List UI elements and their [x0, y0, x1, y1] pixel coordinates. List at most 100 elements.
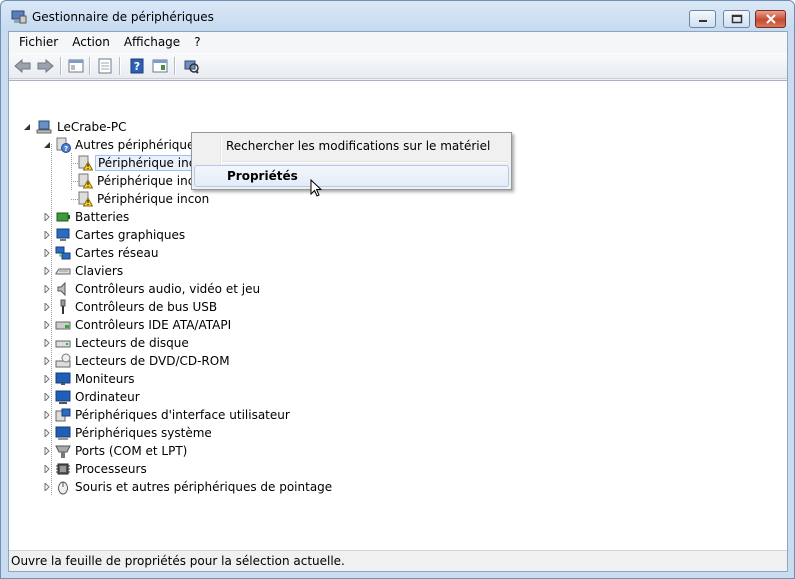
toolbar: ? [9, 53, 787, 79]
tree-node-label: Contrôleurs IDE ATA/ATAPI [75, 318, 232, 332]
context-menu-properties[interactable]: Propriétés [194, 165, 509, 187]
context-menu: Rechercher les modifications sur le maté… [191, 132, 512, 190]
tree-node-batteries[interactable]: Batteries [9, 208, 409, 226]
tree-node-usb-controllers[interactable]: Contrôleurs de bus USB [9, 298, 409, 316]
hid-icon [55, 408, 71, 422]
scan-hardware-button[interactable] [181, 56, 201, 76]
tree-node-keyboards[interactable]: Claviers [9, 262, 409, 280]
tree-node-computer[interactable]: Ordinateur [9, 388, 409, 406]
collapse-arrow-icon[interactable] [23, 123, 31, 131]
expand-arrow-icon[interactable] [43, 285, 51, 293]
port-icon [55, 445, 71, 458]
toolbar-separator [174, 57, 175, 75]
tree-node-label: Contrôleurs de bus USB [75, 300, 218, 314]
tree-node-dvd-cd-rom[interactable]: Lecteurs de DVD/CD-ROM [9, 352, 409, 370]
expand-arrow-icon[interactable] [43, 267, 51, 275]
expand-arrow-icon[interactable] [43, 213, 51, 221]
tree-node-ports[interactable]: Ports (COM et LPT) [9, 442, 409, 460]
keyboard-icon [55, 268, 71, 275]
status-bar: Ouvre la feuille de propriétés pour la s… [9, 550, 787, 571]
expand-arrow-icon[interactable] [43, 429, 51, 437]
context-menu-separator [222, 161, 507, 162]
tree-node-label: Processeurs [75, 462, 147, 476]
view-button[interactable] [150, 56, 170, 76]
close-button[interactable] [755, 10, 786, 28]
unknown-device-icon: ? [56, 137, 71, 153]
forward-button[interactable] [35, 56, 55, 76]
device-manager-window: Gestionnaire de périphériques Fichier Ac… [0, 0, 795, 579]
back-icon [14, 59, 31, 73]
tree-root-label: LeCrabe-PC [57, 120, 127, 134]
disk-drive-icon [55, 340, 71, 348]
system-devices-icon [55, 426, 71, 440]
tree-node-label: Cartes réseau [75, 246, 159, 260]
expand-arrow-icon[interactable] [43, 483, 51, 491]
scan-hardware-icon [184, 60, 199, 74]
properties-icon [98, 58, 112, 74]
tree-node-label: Claviers [75, 264, 124, 278]
tree-node-hid[interactable]: Périphériques d'interface utilisateur [9, 406, 409, 424]
expand-arrow-icon[interactable] [43, 411, 51, 419]
ide-controller-icon [55, 321, 71, 330]
expand-arrow-icon[interactable] [43, 303, 51, 311]
expand-arrow-icon[interactable] [43, 339, 51, 347]
back-button[interactable] [13, 56, 33, 76]
help-button[interactable]: ? [127, 56, 147, 76]
mouse-icon [58, 481, 68, 495]
menu-bar: Fichier Action Affichage ? [9, 32, 787, 53]
expand-arrow-icon[interactable] [43, 231, 51, 239]
tree-node-sound-video-game[interactable]: Contrôleurs audio, vidéo et jeu [9, 280, 409, 298]
close-icon [765, 14, 776, 24]
tree-node-processors[interactable]: Processeurs [9, 460, 409, 478]
expand-arrow-icon[interactable] [43, 393, 51, 401]
tree-node-label: Contrôleurs audio, vidéo et jeu [75, 282, 261, 296]
optical-drive-icon [55, 353, 71, 368]
collapse-arrow-icon[interactable] [43, 141, 51, 149]
maximize-button[interactable] [723, 10, 750, 28]
toolbar-separator [119, 57, 120, 75]
tree-node-unknown-device[interactable]: Périphérique incon [9, 190, 309, 208]
expand-arrow-icon[interactable] [43, 447, 51, 455]
tree-node-display-adapters[interactable]: Cartes graphiques [9, 226, 409, 244]
expand-arrow-icon[interactable] [43, 321, 51, 329]
context-menu-scan-hardware[interactable]: Rechercher les modifications sur le maté… [194, 136, 509, 158]
device-manager-icon [11, 10, 27, 24]
tree-node-label: Périphérique incon [97, 192, 210, 206]
expand-arrow-icon[interactable] [43, 465, 51, 473]
speaker-icon [57, 281, 66, 297]
properties-button[interactable] [95, 56, 115, 76]
toolbar-separator [60, 57, 61, 75]
menu-fichier[interactable]: Fichier [9, 32, 65, 53]
tree-node-label: Ports (COM et LPT) [75, 444, 188, 458]
view-icon [152, 59, 168, 73]
tree-node-system-devices[interactable]: Périphériques système [9, 424, 409, 442]
expand-arrow-icon[interactable] [43, 375, 51, 383]
minimize-icon [698, 20, 707, 22]
tree-node-label: Lecteurs de DVD/CD-ROM [75, 354, 230, 368]
help-icon: ? [130, 58, 144, 74]
title-bar[interactable]: Gestionnaire de périphériques [1, 1, 794, 31]
menu-help[interactable]: ? [187, 32, 207, 53]
tree-node-disk-drives[interactable]: Lecteurs de disque [9, 334, 409, 352]
status-text: Ouvre la feuille de propriétés pour la s… [11, 554, 345, 568]
computer-icon [36, 120, 52, 134]
tree-node-label: Cartes graphiques [75, 228, 186, 242]
forward-icon [37, 59, 54, 73]
show-hide-console-tree-button[interactable] [66, 56, 86, 76]
tree-node-label: Moniteurs [75, 372, 135, 386]
display-adapter-icon [56, 228, 70, 241]
tree-node-label: Souris et autres périphériques de pointa… [75, 480, 333, 494]
tree-node-label: Périphériques d'interface utilisateur [75, 408, 290, 422]
tree-node-label: Lecteurs de disque [75, 336, 189, 350]
tree-node-network-adapters[interactable]: Cartes réseau [9, 244, 409, 262]
svg-text:?: ? [64, 145, 68, 153]
menu-action[interactable]: Action [65, 32, 117, 53]
usb-icon [60, 299, 66, 314]
menu-affichage[interactable]: Affichage [117, 32, 187, 53]
expand-arrow-icon[interactable] [43, 249, 51, 257]
expand-arrow-icon[interactable] [43, 357, 51, 365]
tree-node-monitors[interactable]: Moniteurs [9, 370, 409, 388]
minimize-button[interactable] [689, 10, 716, 28]
tree-node-ide-controllers[interactable]: Contrôleurs IDE ATA/ATAPI [9, 316, 409, 334]
tree-node-mice[interactable]: Souris et autres périphériques de pointa… [9, 478, 409, 496]
